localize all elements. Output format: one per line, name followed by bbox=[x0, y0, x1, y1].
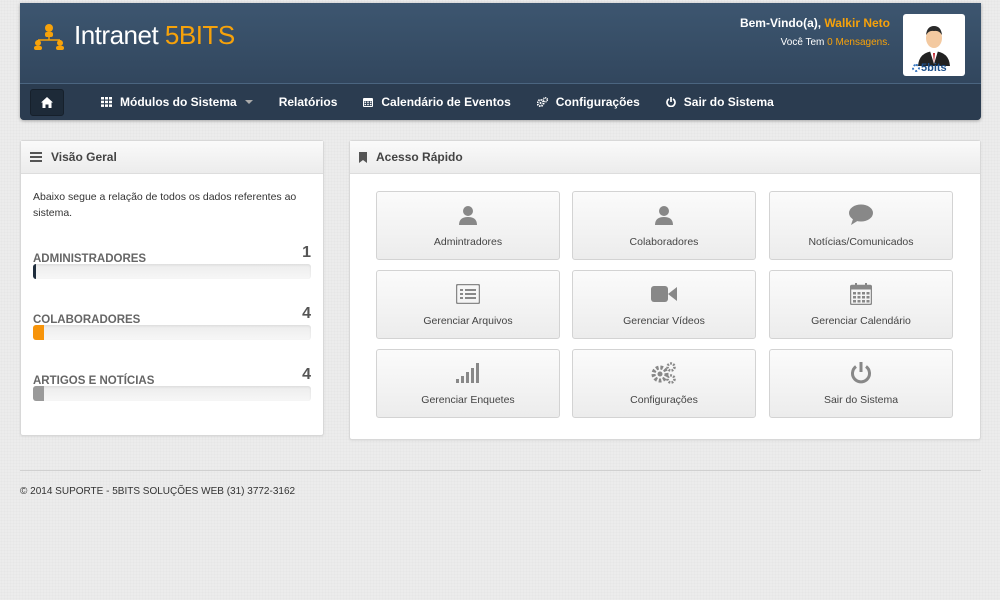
nav-logout[interactable]: Sair do Sistema bbox=[665, 95, 774, 109]
stat-count: 4 bbox=[302, 305, 311, 322]
overview-description: Abaixo segue a relação de todos os dados… bbox=[33, 191, 297, 219]
tile-label: Gerenciar Calendário bbox=[811, 315, 911, 327]
avatar[interactable]: 5bits bbox=[903, 14, 965, 76]
nav-calendar-label: Calendário de Eventos bbox=[381, 95, 511, 109]
progress-bar bbox=[33, 386, 311, 401]
overview-panel: Visão Geral Abaixo segue a relação de to… bbox=[20, 140, 324, 436]
tile-label: Gerenciar Arquivos bbox=[423, 315, 513, 327]
footer-text: © 2014 SUPORTE - 5BITS SOLUÇÕES WEB (31)… bbox=[20, 486, 296, 497]
list-alt-icon bbox=[456, 284, 480, 304]
tile-admins[interactable]: Admintradores bbox=[376, 191, 560, 260]
grid-icon bbox=[101, 97, 112, 107]
stat-admins: ADMINISTRADORES 1 bbox=[33, 244, 311, 279]
stat-colaboradores: COLABORADORES 4 bbox=[33, 305, 311, 340]
tile-news[interactable]: Notícias/Comunicados bbox=[769, 191, 953, 260]
messages-text: Você Tem bbox=[780, 37, 825, 48]
progress-bar bbox=[33, 264, 311, 279]
signal-icon bbox=[456, 363, 479, 383]
gears-icon bbox=[536, 97, 548, 107]
tile-label: Configurações bbox=[630, 394, 698, 406]
user-icon bbox=[655, 206, 673, 225]
welcome-text: Bem-Vindo(a), bbox=[739, 16, 822, 30]
tile-label: Admintradores bbox=[433, 236, 503, 248]
tile-colaboradores[interactable]: Colaboradores bbox=[572, 191, 756, 260]
tile-label: Gerenciar Vídeos bbox=[623, 315, 705, 327]
nav-settings[interactable]: Configurações bbox=[536, 95, 640, 109]
tile-calendar[interactable]: Gerenciar Calendário bbox=[769, 270, 953, 339]
tile-label: Colaboradores bbox=[629, 236, 699, 248]
nav-settings-label: Configurações bbox=[555, 95, 640, 109]
calendar-icon bbox=[850, 283, 872, 305]
stat-count: 4 bbox=[302, 366, 311, 383]
app-header: Intranet 5BITS Bem-Vindo(a), Walkir Neto… bbox=[20, 3, 981, 120]
overview-header: Visão Geral bbox=[21, 141, 323, 174]
avatar-brand-label: 5bits bbox=[921, 62, 947, 74]
quick-access-title: Acesso Rápido bbox=[376, 150, 463, 164]
quick-access-header: Acesso Rápido bbox=[350, 141, 980, 174]
progress-fill bbox=[33, 264, 36, 279]
nav-modules-label: Módulos do Sistema bbox=[120, 95, 237, 109]
nav-calendar[interactable]: Calendário de Eventos bbox=[363, 95, 511, 109]
nav-modules[interactable]: Módulos do Sistema bbox=[101, 95, 253, 109]
progress-fill bbox=[33, 325, 45, 340]
user-icon bbox=[459, 206, 477, 225]
stat-count: 1 bbox=[302, 244, 311, 261]
chevron-down-icon bbox=[244, 100, 253, 104]
avatar-brand-icon bbox=[912, 64, 920, 72]
nav-reports[interactable]: Relatórios bbox=[279, 95, 338, 109]
nav-logout-label: Sair do Sistema bbox=[683, 95, 774, 109]
main-nav: Módulos do Sistema Relatórios Calendário… bbox=[20, 83, 981, 120]
bookmark-icon bbox=[359, 151, 367, 163]
network-logo-icon bbox=[34, 23, 64, 50]
tile-files[interactable]: Gerenciar Arquivos bbox=[376, 270, 560, 339]
comment-icon bbox=[849, 204, 873, 225]
power-icon bbox=[851, 362, 871, 384]
progress-fill bbox=[33, 386, 45, 401]
stat-artigos: ARTIGOS E NOTÍCIAS 4 bbox=[33, 366, 311, 401]
tile-polls[interactable]: Gerenciar Enquetes bbox=[376, 349, 560, 418]
messages-link[interactable]: 0 Mensagens. bbox=[827, 37, 890, 48]
home-button[interactable] bbox=[30, 88, 64, 116]
video-icon bbox=[651, 286, 677, 302]
gears-icon bbox=[651, 362, 676, 384]
tile-label: Sair do Sistema bbox=[823, 394, 899, 406]
welcome-box: Bem-Vindo(a), Walkir Neto Você Tem 0 Men… bbox=[740, 16, 890, 48]
progress-bar bbox=[33, 325, 311, 340]
tile-videos[interactable]: Gerenciar Vídeos bbox=[572, 270, 756, 339]
home-icon bbox=[41, 96, 53, 108]
tile-label: Notícias/Comunicados bbox=[808, 236, 914, 248]
user-name-link[interactable]: Walkir Neto bbox=[824, 16, 890, 30]
quick-access-panel: Acesso Rápido Admintradores Colaboradore… bbox=[349, 140, 981, 440]
tile-settings[interactable]: Configurações bbox=[572, 349, 756, 418]
brand-title: Intranet 5BITS bbox=[74, 20, 235, 50]
nav-reports-label: Relatórios bbox=[278, 95, 338, 109]
calendar-icon bbox=[363, 97, 374, 107]
list-icon bbox=[30, 152, 42, 162]
power-icon bbox=[665, 97, 676, 107]
footer-divider bbox=[20, 470, 981, 471]
tile-logout[interactable]: Sair do Sistema bbox=[769, 349, 953, 418]
tile-label: Gerenciar Enquetes bbox=[421, 394, 515, 406]
overview-title: Visão Geral bbox=[51, 150, 117, 164]
brand-logo[interactable]: Intranet 5BITS bbox=[32, 20, 235, 51]
